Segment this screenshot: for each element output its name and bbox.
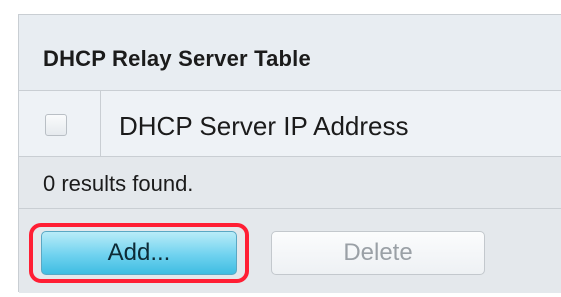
add-button[interactable]: Add... (41, 231, 237, 275)
table-title-bar: DHCP Relay Server Table (19, 15, 561, 91)
table-header-row: DHCP Server IP Address (19, 91, 561, 157)
select-all-cell (19, 91, 101, 156)
delete-button[interactable]: Delete (271, 231, 485, 275)
column-header-server-ip[interactable]: DHCP Server IP Address (119, 111, 409, 142)
results-count-text: 0 results found. (43, 171, 194, 196)
table-title: DHCP Relay Server Table (43, 46, 311, 71)
select-all-checkbox[interactable] (45, 114, 67, 136)
table-actions: Add... Delete (19, 209, 561, 293)
screen: DHCP Relay Server Table DHCP Server IP A… (0, 0, 561, 297)
dhcp-relay-server-table: DHCP Relay Server Table DHCP Server IP A… (18, 14, 561, 293)
results-status-row: 0 results found. (19, 157, 561, 209)
